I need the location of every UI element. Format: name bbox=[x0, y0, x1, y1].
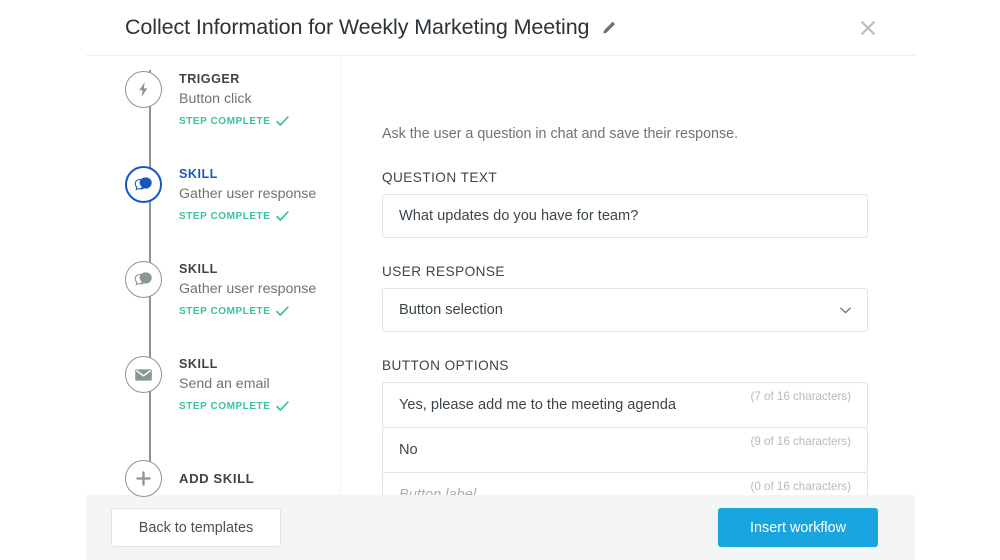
step-kind: TRIGGER bbox=[179, 72, 240, 86]
button-option-value: Yes, please add me to the meeting agenda bbox=[399, 397, 676, 413]
user-response-label: USER RESPONSE bbox=[382, 264, 505, 279]
user-response-select[interactable]: Button selection bbox=[382, 288, 868, 332]
step-trigger[interactable]: TRIGGER Button click STEP COMPLETE bbox=[86, 70, 340, 165]
step-text: TRIGGER Button click STEP COMPLETE bbox=[162, 70, 290, 127]
step-status-label: STEP COMPLETE bbox=[179, 116, 271, 127]
step-status-label: STEP COMPLETE bbox=[179, 401, 271, 412]
step-description: Gather user response bbox=[179, 281, 317, 297]
lightning-bolt-icon bbox=[125, 71, 162, 108]
button-option-row[interactable]: Yes, please add me to the meeting agenda… bbox=[382, 382, 868, 428]
step-kind: SKILL bbox=[179, 262, 218, 276]
page-title: Collect Information for Weekly Marketing… bbox=[125, 15, 590, 39]
workflow-steps-rail: TRIGGER Button click STEP COMPLETE SKILL… bbox=[86, 56, 341, 497]
button-option-value: No bbox=[399, 442, 418, 458]
modal-header: Collect Information for Weekly Marketing… bbox=[86, 0, 915, 56]
step-text: SKILL Gather user response STEP COMPLETE bbox=[162, 165, 316, 222]
step-kind: SKILL bbox=[179, 167, 218, 181]
close-icon[interactable] bbox=[857, 17, 879, 39]
step-description: Send an email bbox=[179, 376, 270, 392]
step-status: STEP COMPLETE bbox=[179, 211, 316, 222]
workflow-modal: Collect Information for Weekly Marketing… bbox=[86, 0, 915, 560]
checkmark-icon bbox=[276, 211, 290, 222]
button-option-char-count: (9 of 16 characters) bbox=[750, 435, 851, 448]
question-text-label: QUESTION TEXT bbox=[382, 170, 498, 185]
pencil-icon[interactable] bbox=[600, 19, 618, 37]
insert-workflow-button[interactable]: Insert workflow bbox=[718, 508, 878, 547]
button-option-row[interactable]: No (9 of 16 characters) bbox=[382, 427, 868, 473]
checkmark-icon bbox=[276, 401, 290, 412]
chat-bubble-icon bbox=[125, 166, 162, 203]
step-status-label: STEP COMPLETE bbox=[179, 211, 271, 222]
envelope-icon bbox=[125, 356, 162, 393]
step-description: Button click bbox=[179, 91, 252, 107]
step-status: STEP COMPLETE bbox=[179, 306, 316, 317]
step-status-label: STEP COMPLETE bbox=[179, 306, 271, 317]
checkmark-icon bbox=[276, 306, 290, 317]
step-description: Gather user response bbox=[179, 186, 317, 202]
step-text: SKILL Gather user response STEP COMPLETE bbox=[162, 260, 316, 317]
step-skill-gather-response[interactable]: SKILL Gather user response STEP COMPLETE bbox=[86, 260, 340, 355]
step-skill-gather-response-active[interactable]: SKILL Gather user response STEP COMPLETE bbox=[86, 165, 340, 260]
step-text: SKILL Send an email STEP COMPLETE bbox=[162, 355, 290, 412]
step-kind: SKILL bbox=[179, 357, 218, 371]
add-skill-label: ADD SKILL bbox=[179, 470, 255, 486]
button-options-label: BUTTON OPTIONS bbox=[382, 358, 509, 373]
step-skill-send-email[interactable]: SKILL Send an email STEP COMPLETE bbox=[86, 355, 340, 450]
user-response-selected-value: Button selection bbox=[399, 302, 503, 318]
button-option-char-count: (0 of 16 characters) bbox=[750, 480, 851, 493]
panel-intro-text: Ask the user a question in chat and save… bbox=[382, 126, 739, 142]
chevron-down-icon bbox=[840, 307, 851, 314]
modal-body: TRIGGER Button click STEP COMPLETE SKILL… bbox=[86, 56, 915, 539]
step-status: STEP COMPLETE bbox=[179, 116, 290, 127]
button-option-char-count: (7 of 16 characters) bbox=[750, 390, 851, 403]
chat-bubble-icon bbox=[125, 261, 162, 298]
step-status: STEP COMPLETE bbox=[179, 401, 290, 412]
question-text-input[interactable]: What updates do you have for team? bbox=[382, 194, 868, 238]
skill-config-panel: Ask the user a question in chat and save… bbox=[341, 56, 915, 539]
checkmark-icon bbox=[276, 116, 290, 127]
plus-icon bbox=[125, 459, 162, 497]
back-to-templates-button[interactable]: Back to templates bbox=[111, 508, 281, 547]
add-skill-button[interactable]: ADD SKILL bbox=[86, 450, 340, 506]
